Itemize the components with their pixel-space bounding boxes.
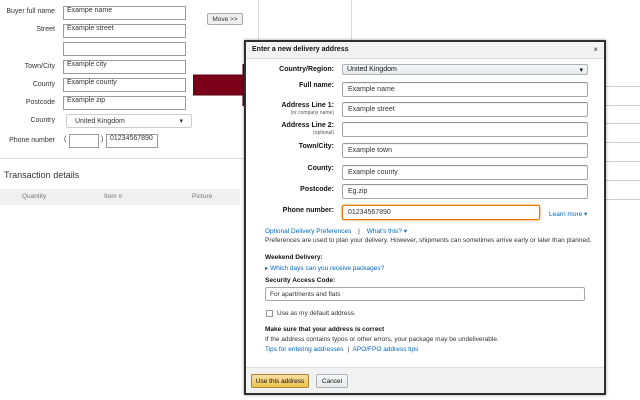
address-correct-title: Make sure that your address is correct (265, 326, 385, 333)
security-code-title: Security Access Code: (265, 277, 336, 284)
country-region-select[interactable]: United Kingdom ▾ (342, 64, 588, 75)
phone-label: Phone number (9, 137, 55, 144)
town-city-input[interactable]: Example town (342, 143, 588, 158)
postcode-label: Postcode: (300, 186, 334, 193)
transaction-details-title: Transaction details (4, 170, 80, 180)
weekend-delivery-title: Weekend Delivery: (265, 254, 323, 261)
optional-preferences-row: Optional Delivery Preferences | What's t… (265, 227, 407, 235)
divider-line (606, 123, 640, 124)
town-city-label: Town/City: (298, 143, 334, 150)
town-input[interactable]: Example city (63, 60, 186, 74)
learn-more-link[interactable]: Learn more ▾ (549, 210, 587, 218)
weekend-delivery-link[interactable]: ▸ Which days can you receive packages? (265, 264, 384, 272)
move-button[interactable]: Move >> (207, 13, 243, 25)
divider-line (606, 105, 640, 106)
street-input[interactable]: Example street (63, 24, 186, 38)
default-address-checkbox[interactable] (266, 310, 273, 317)
divider-line (606, 161, 640, 162)
buyer-name-input[interactable]: Exampe name (63, 6, 186, 20)
address-line2-input[interactable] (342, 122, 588, 137)
close-icon[interactable]: × (593, 45, 598, 54)
county-label: County (32, 81, 55, 88)
country-label: Country (30, 117, 55, 124)
column-quantity: Quantity (22, 193, 47, 200)
country-region-label: Country/Region: (279, 66, 334, 73)
buyer-name-label: Buyer full name (6, 8, 55, 15)
divider-line (351, 0, 352, 40)
divider-line (258, 0, 259, 40)
full-name-label: Full name: (298, 82, 334, 89)
divider-line (606, 180, 640, 181)
default-address-label: Use as my default address. (277, 310, 356, 317)
tips-link[interactable]: Tips for entering addresses (265, 346, 344, 353)
address-line1-input[interactable]: Example street (342, 102, 588, 117)
address-tips-row: Tips for entering addresses | APO/FPO ad… (265, 346, 418, 353)
modal-title: Enter a new delivery address (252, 46, 349, 53)
divider-line (606, 142, 640, 143)
column-item-number: Item # (104, 193, 123, 200)
street-line2-input[interactable] (63, 42, 186, 56)
postcode-input[interactable]: Example zip (63, 96, 186, 110)
phone-open-paren: ( (64, 136, 67, 143)
address-line1-label-text: Address Line 1: (281, 102, 334, 109)
phone-area-input[interactable] (69, 134, 99, 148)
use-this-address-button[interactable]: Use this address (251, 374, 309, 388)
postcode-input[interactable]: Eg.zip (342, 184, 588, 199)
address-line2-label-text: Address Line 2: (281, 122, 334, 129)
divider-line (606, 199, 640, 200)
full-name-input[interactable]: Example name (342, 82, 588, 97)
county-input[interactable]: Example county (63, 78, 186, 92)
address-line1-label: Address Line 1: (or company name) (246, 102, 334, 116)
divider-line (606, 86, 640, 87)
whats-this-link[interactable]: What's this? ▾ (367, 228, 407, 235)
phone-number-input[interactable]: 01234567890 (106, 134, 158, 148)
cancel-button[interactable]: Cancel (316, 374, 348, 388)
delivery-address-modal: Enter a new delivery address × Country/R… (244, 40, 606, 395)
phone-close-paren: ) (101, 136, 104, 143)
preferences-note: Preferences are used to plan your delive… (265, 237, 592, 244)
modal-footer: Use this address Cancel (246, 367, 604, 393)
address-correct-note: If the address contains typos or other e… (265, 336, 499, 343)
divider-line (0, 158, 244, 159)
county-input[interactable]: Example county (342, 165, 588, 180)
address-line1-sublabel: (or company name) (290, 110, 334, 116)
separator: | (347, 346, 350, 353)
modal-header: Enter a new delivery address × (246, 42, 604, 59)
address-line2-label: Address Line 2: (optional) (246, 122, 334, 136)
caret-down-icon: ▾ (579, 66, 583, 74)
county-label: County: (307, 165, 334, 172)
phone-number-input[interactable]: 01234567890 (342, 205, 540, 220)
town-label: Town/City (24, 63, 55, 70)
optional-preferences-link[interactable]: Optional Delivery Preferences (265, 228, 351, 235)
separator: | (358, 228, 360, 235)
caret-down-icon: ▾ (179, 118, 183, 125)
apo-fpo-tips-link[interactable]: APO/FPO address tips (353, 346, 419, 353)
country-region-value: United Kingdom (347, 66, 397, 73)
postcode-label: Postcode (25, 99, 55, 106)
security-code-input[interactable]: For apartments and flats (265, 287, 585, 301)
column-picture: Picture (192, 193, 213, 200)
country-select-value: United Kingdom (75, 117, 125, 125)
street-label: Street (36, 26, 55, 33)
address-line2-sublabel: (optional) (313, 130, 334, 136)
phone-number-label: Phone number: (282, 207, 334, 214)
country-select[interactable]: United Kingdom ▾ (66, 114, 192, 128)
